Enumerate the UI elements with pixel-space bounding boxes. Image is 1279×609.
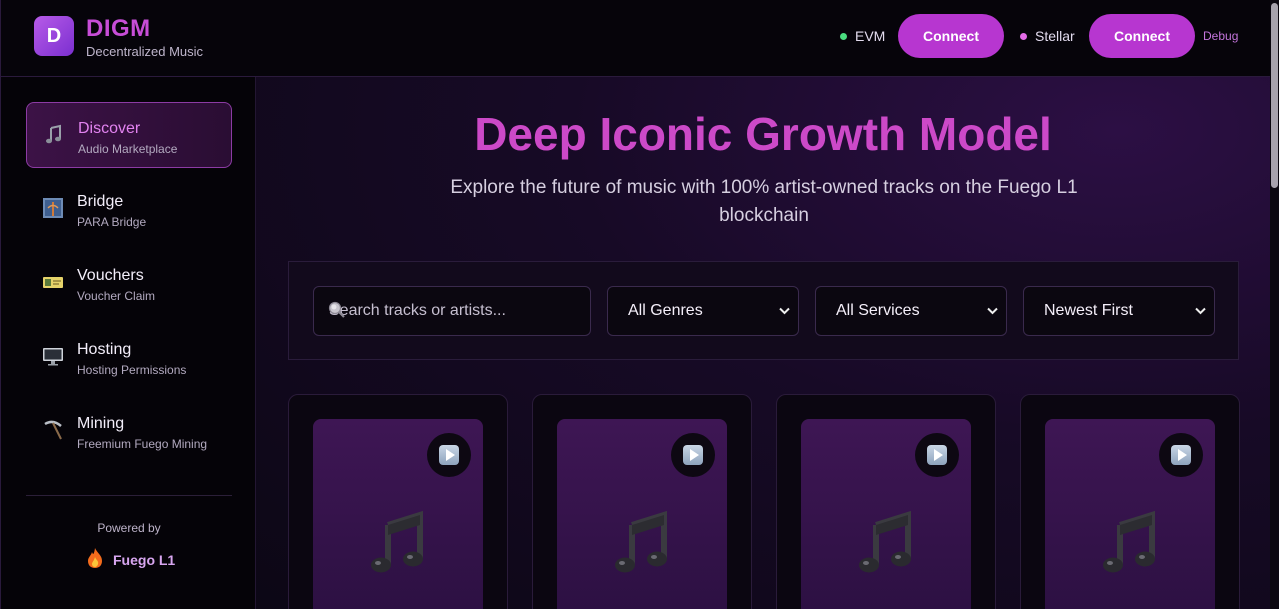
track-artwork — [557, 419, 727, 609]
sidebar-item-mining[interactable]: Mining Freemium Fuego Mining — [26, 398, 232, 464]
music-note-icon — [368, 507, 428, 577]
sidebar-item-label: Discover — [78, 120, 141, 137]
play-button[interactable] — [915, 433, 959, 477]
pickaxe-icon — [42, 419, 64, 441]
evm-network-label: EVM — [855, 28, 886, 44]
sidebar-item-bridge[interactable]: Bridge PARA Bridge — [26, 176, 232, 242]
monitor-icon — [42, 345, 64, 367]
service-select[interactable]: All Services — [815, 286, 1007, 336]
music-note-icon — [1100, 507, 1160, 577]
sidebar-item-label: Vouchers — [77, 267, 144, 284]
play-button[interactable] — [671, 433, 715, 477]
sidebar-item-sublabel: Freemium Fuego Mining — [77, 437, 208, 451]
sidebar-item-label: Bridge — [77, 193, 124, 210]
chevron-down-icon — [1195, 303, 1206, 318]
track-artwork — [313, 419, 483, 609]
logo-icon: D — [34, 16, 74, 56]
sidebar-item-label: Hosting — [77, 341, 132, 358]
stellar-network-label: Stellar — [1035, 28, 1075, 44]
scrollbar-thumb[interactable] — [1271, 3, 1278, 188]
music-note-icon — [43, 124, 65, 146]
bridge-icon — [42, 197, 64, 219]
sidebar-item-hosting[interactable]: Hosting Hosting Permissions — [26, 324, 232, 390]
fuego-network-label: Fuego L1 — [113, 551, 176, 568]
play-button-icon — [1171, 445, 1191, 465]
status-dot-icon — [840, 32, 847, 40]
filter-bar: All Genres All Services Newest First — [288, 261, 1239, 360]
debug-link[interactable]: Debug — [1203, 29, 1238, 43]
play-button-icon — [439, 445, 459, 465]
sidebar-item-sublabel: Audio Marketplace — [78, 142, 178, 156]
sort-select[interactable]: Newest First — [1023, 286, 1215, 336]
genre-select-value: All Genres — [628, 302, 703, 319]
search-input[interactable] — [314, 287, 590, 335]
sidebar-item-sublabel: Voucher Claim — [77, 289, 156, 303]
evm-network-status: EVM — [840, 28, 885, 44]
fire-icon — [85, 547, 105, 572]
track-card[interactable] — [1020, 394, 1240, 609]
sidebar-divider — [26, 495, 232, 496]
sidebar: Discover Audio Marketplace Bridge PARA B… — [0, 77, 256, 609]
main-content: Deep Iconic Growth Model Explore the fut… — [256, 77, 1270, 609]
evm-connect-button[interactable]: Connect — [898, 14, 1004, 58]
page-subtitle: Explore the future of music with 100% ar… — [450, 177, 1078, 226]
sidebar-item-label: Mining — [77, 415, 125, 432]
sidebar-item-discover[interactable]: Discover Audio Marketplace — [26, 102, 232, 168]
chevron-down-icon — [987, 303, 998, 318]
sort-select-value: Newest First — [1044, 302, 1133, 319]
track-card[interactable] — [288, 394, 508, 609]
fuego-network-badge: Fuego L1 — [85, 547, 175, 572]
stellar-network-status: Stellar — [1020, 28, 1075, 44]
search-icon — [328, 301, 346, 324]
music-note-icon — [856, 507, 916, 577]
page-scrollbar[interactable] — [1270, 0, 1279, 609]
track-card[interactable] — [776, 394, 996, 609]
track-artwork — [1045, 419, 1215, 609]
brand-subtitle: Decentralized Music — [86, 44, 204, 59]
play-button-icon — [927, 445, 947, 465]
brand-title: DIGM — [86, 15, 151, 42]
page-title: Deep Iconic Growth Model — [474, 108, 1052, 160]
top-header: D DIGM Decentralized Music EVM Connect S… — [0, 0, 1279, 77]
music-note-icon — [612, 507, 672, 577]
powered-by-label: Powered by — [97, 521, 161, 535]
chevron-down-icon — [779, 303, 790, 318]
sidebar-item-sublabel: Hosting Permissions — [77, 363, 187, 377]
sidebar-item-vouchers[interactable]: Vouchers Voucher Claim — [26, 250, 232, 316]
sidebar-item-sublabel: PARA Bridge — [77, 215, 147, 229]
play-button-icon — [683, 445, 703, 465]
play-button[interactable] — [427, 433, 471, 477]
search-field[interactable] — [313, 286, 591, 336]
ticket-icon — [42, 271, 64, 293]
genre-select[interactable]: All Genres — [607, 286, 799, 336]
track-artwork — [801, 419, 971, 609]
play-button[interactable] — [1159, 433, 1203, 477]
status-dot-icon — [1020, 32, 1027, 40]
stellar-connect-button[interactable]: Connect — [1089, 14, 1195, 58]
service-select-value: All Services — [836, 302, 920, 319]
track-card[interactable] — [532, 394, 752, 609]
